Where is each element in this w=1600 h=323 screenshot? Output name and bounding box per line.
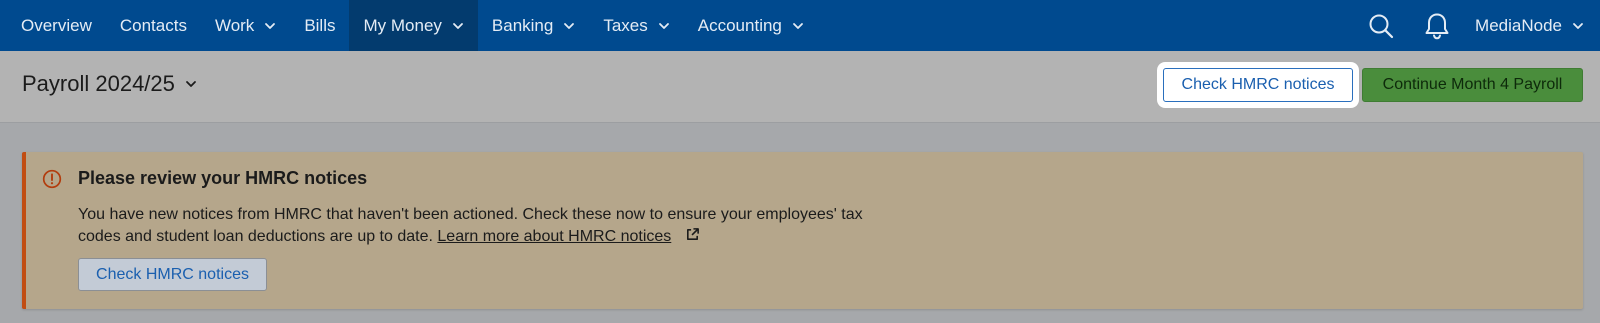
- chevron-down-icon: [265, 22, 276, 29]
- nav-item-label: Accounting: [697, 15, 782, 35]
- chevron-down-icon: [185, 81, 196, 87]
- payroll-year-selector[interactable]: Payroll 2024/25: [22, 71, 197, 97]
- nav-item-label: My Money: [363, 15, 442, 35]
- check-hmrc-notices-button[interactable]: Check HMRC notices: [1163, 68, 1353, 102]
- nav-item-label: Work: [214, 15, 255, 35]
- alert-body-text: codes and student loan deductions are up…: [78, 228, 433, 245]
- user-menu[interactable]: MediaNode: [1465, 0, 1600, 51]
- alert-title: Please review your HMRC notices: [78, 168, 368, 188]
- search-button[interactable]: [1353, 0, 1409, 51]
- external-link-icon[interactable]: [685, 227, 700, 242]
- nav-item-bills[interactable]: Bills: [290, 0, 349, 51]
- top-navigation: Overview Contacts Work Bills My Money Ba…: [0, 0, 1600, 51]
- chevron-down-icon: [658, 22, 669, 29]
- warning-circle-icon: [42, 169, 62, 189]
- nav-item-label: Overview: [21, 15, 92, 35]
- nav-item-overview[interactable]: Overview: [0, 0, 106, 51]
- notifications-button[interactable]: [1409, 0, 1465, 51]
- user-name: MediaNode: [1475, 15, 1562, 35]
- nav-item-label: Contacts: [119, 15, 187, 35]
- chevron-down-icon: [792, 22, 803, 29]
- chevron-down-icon: [453, 22, 463, 29]
- chevron-down-icon: [1573, 22, 1583, 29]
- page-title: Payroll 2024/25: [22, 71, 175, 96]
- chevron-down-icon: [564, 22, 575, 29]
- search-icon: [1369, 14, 1394, 38]
- alert-body-line: You have new notices from HMRC that have…: [78, 206, 863, 223]
- page-header: Payroll 2024/25 Check HMRC notices Conti…: [0, 51, 1600, 123]
- hmrc-notices-alert: Please review your HMRC notices You have…: [22, 152, 1583, 309]
- nav-item-work[interactable]: Work: [201, 0, 290, 51]
- alert-body-line-2: codes and student loan deductions are up…: [78, 226, 918, 248]
- bell-icon: [1425, 13, 1449, 39]
- alert-body: You have new notices from HMRC that have…: [78, 204, 918, 248]
- continue-payroll-button[interactable]: Continue Month 4 Payroll: [1362, 68, 1583, 102]
- nav-item-label: Banking: [491, 15, 554, 35]
- nav-item-taxes[interactable]: Taxes: [589, 0, 683, 51]
- nav-item-contacts[interactable]: Contacts: [106, 0, 201, 51]
- alert-check-hmrc-notices-button[interactable]: Check HMRC notices: [78, 258, 267, 291]
- nav-item-accounting[interactable]: Accounting: [684, 0, 818, 51]
- learn-more-link[interactable]: Learn more about HMRC notices: [437, 228, 671, 245]
- nav-item-my-money[interactable]: My Money: [349, 0, 478, 51]
- nav-item-banking[interactable]: Banking: [478, 0, 589, 51]
- nav-right-group: MediaNode: [1353, 0, 1600, 51]
- nav-item-label: Taxes: [603, 15, 648, 35]
- nav-item-label: Bills: [304, 15, 336, 35]
